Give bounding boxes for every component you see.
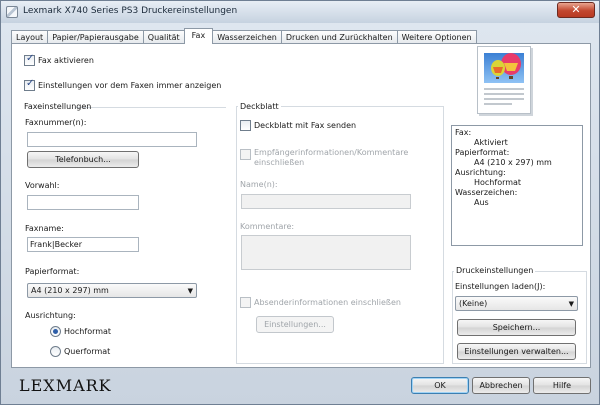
save-settings-button[interactable]: Speichern... <box>457 319 576 336</box>
summary-value: Hochformat <box>474 178 522 187</box>
settings-summary: Fax: Aktiviert Papierformat: A4 (210 x 2… <box>451 125 583 246</box>
manage-settings-button[interactable]: Einstellungen verwalten... <box>457 343 576 360</box>
fax-activate-label: Fax aktivieren <box>38 56 94 65</box>
tab-more-options[interactable]: Weitere Optionen <box>396 30 477 44</box>
summary-value: A4 (210 x 297) mm <box>474 158 552 167</box>
printer-icon <box>6 6 18 18</box>
tab-watermark[interactable]: Wasserzeichen <box>212 30 282 44</box>
title-bar[interactable]: Lexmark X740 Series PS3 Druckereinstellu… <box>1 1 599 23</box>
fax-settings-title: Faxeinstellungen <box>24 102 92 111</box>
window-title: Lexmark X740 Series PS3 Druckereinstellu… <box>23 6 238 16</box>
cover-send-label: Deckblatt mit Fax senden <box>254 121 357 130</box>
comments-textarea[interactable] <box>241 235 411 270</box>
show-settings-checkbox[interactable] <box>24 78 35 91</box>
summary-key: Ausrichtung: <box>455 168 506 177</box>
paper-format-select[interactable]: A4 (210 x 297) mm ▼ <box>27 283 197 298</box>
fax-name-label: Faxname: <box>25 224 64 233</box>
dialog-window: Lexmark X740 Series PS3 Druckereinstellu… <box>0 0 600 405</box>
tab-print-hold[interactable]: Drucken und Zurückhalten <box>280 30 398 44</box>
preview-text-line <box>484 88 524 90</box>
comments-label: Kommentare: <box>240 222 295 231</box>
sender-info-checkbox[interactable] <box>240 297 251 308</box>
preview-text-line <box>484 103 512 105</box>
cover-send-checkbox[interactable] <box>240 120 251 131</box>
fax-settings-divider <box>76 107 226 108</box>
cancel-button[interactable]: Abbrechen <box>472 377 530 394</box>
recipient-info-checkbox[interactable] <box>240 149 251 160</box>
load-settings-value: (Keine) <box>459 299 488 308</box>
page-preview <box>477 46 531 114</box>
ok-button[interactable]: OK <box>411 377 469 394</box>
load-settings-label: Einstellungen laden(J): <box>455 282 546 291</box>
fax-number-input[interactable] <box>27 132 197 147</box>
load-settings-select[interactable]: (Keine) ▼ <box>455 296 578 311</box>
balloon-image-icon <box>484 53 524 83</box>
orientation-label: Ausrichtung: <box>25 311 76 320</box>
names-label: Name(n): <box>240 180 278 189</box>
tab-layout[interactable]: Layout <box>11 30 49 44</box>
paper-format-label: Papierformat: <box>25 267 80 276</box>
portrait-label: Hochformat <box>64 327 112 336</box>
chevron-down-icon: ▼ <box>187 287 193 295</box>
print-settings-title: Druckeinstellungen <box>454 266 536 275</box>
close-button[interactable]: ✕ <box>557 2 595 18</box>
sender-info-label: Absenderinformationen einschließen <box>254 298 401 307</box>
preview-text-line <box>484 98 524 100</box>
summary-value: Aus <box>474 198 489 207</box>
summary-value: Aktiviert <box>474 138 508 147</box>
fax-number-label: Faxnummer(n): <box>25 118 87 127</box>
portrait-radio[interactable] <box>50 326 61 337</box>
lexmark-logo: LEXMARK <box>19 376 112 395</box>
names-input[interactable] <box>241 194 411 209</box>
summary-key: Fax: <box>455 128 472 137</box>
help-button[interactable]: Hilfe <box>533 377 591 394</box>
summary-key: Papierformat: <box>455 148 510 157</box>
cover-page-title: Deckblatt <box>238 102 281 111</box>
fax-name-input[interactable]: Frank|Becker <box>27 237 139 252</box>
recipient-info-label: Empfängerinformationen/Kommentare einsch… <box>254 148 409 167</box>
tab-bar: Layout Papier/Papierausgabe Qualität Fax… <box>11 28 477 44</box>
phonebook-button[interactable]: Telefonbuch... <box>27 151 139 168</box>
chevron-down-icon: ▼ <box>568 300 574 308</box>
prefix-input[interactable] <box>27 195 139 210</box>
fax-activate-checkbox[interactable] <box>24 53 35 66</box>
tab-quality[interactable]: Qualität <box>142 30 185 44</box>
summary-key: Wasserzeichen: <box>455 188 518 197</box>
tab-paper[interactable]: Papier/Papierausgabe <box>47 30 144 44</box>
landscape-radio[interactable] <box>50 346 61 357</box>
preview-text-line <box>484 93 524 95</box>
landscape-label: Querformat <box>64 347 111 356</box>
cover-settings-button[interactable]: Einstellungen... <box>256 316 334 333</box>
tab-fax[interactable]: Fax <box>183 28 214 44</box>
prefix-label: Vorwahl: <box>25 181 60 190</box>
paper-format-value: A4 (210 x 297) mm <box>31 286 109 295</box>
show-settings-label: Einstellungen vor dem Faxen immer anzeig… <box>38 81 222 90</box>
